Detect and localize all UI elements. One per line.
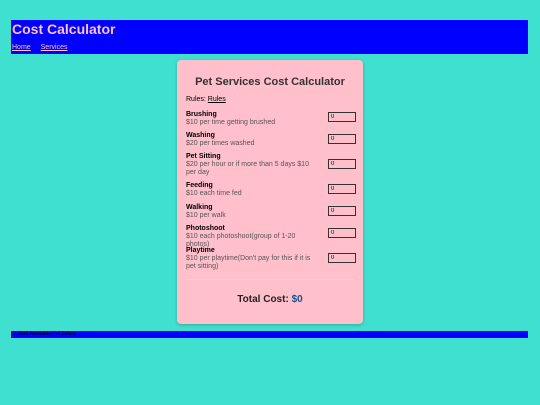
service-item-pet-sitting: Pet Sitting $20 per hour or if more than… <box>186 153 356 177</box>
header-bar: Cost Calculator Home Services <box>11 20 528 54</box>
site-title: Cost Calculator <box>12 21 116 37</box>
total-cost-value: $0 <box>291 294 303 305</box>
total-cost: Total Cost: $0 <box>177 294 363 305</box>
service-description: $20 per hour or if more than 5 days $10 … <box>186 161 309 176</box>
service-item-washing: Washing $20 per times washed <box>186 132 356 148</box>
total-cost-label: Total Cost: <box>237 294 289 305</box>
nav-home-link[interactable]: Home <box>12 44 31 51</box>
feeding-quantity-input[interactable] <box>328 184 356 194</box>
service-item-photoshoot: Photoshoot $10 each photoshoot(group of … <box>186 225 356 249</box>
nav-bar: Home Services <box>12 44 75 51</box>
photoshoot-quantity-input[interactable] <box>328 228 356 238</box>
pet-sitting-quantity-input[interactable] <box>328 159 356 169</box>
rules-label: Rules: <box>186 96 206 103</box>
service-description: $10 per time getting brushed <box>186 119 276 126</box>
walking-quantity-input[interactable] <box>328 206 356 216</box>
service-item-walking: Walking $10 per walk <box>186 204 356 220</box>
nav-services-link[interactable]: Services <box>41 44 68 51</box>
calculator-title: Pet Services Cost Calculator <box>195 76 345 88</box>
service-description: $10 per playtime(Don't pay for this if i… <box>186 255 311 270</box>
brushing-quantity-input[interactable] <box>328 112 356 122</box>
calculator-card: Pet Services Cost Calculator Rules: Rule… <box>177 60 363 324</box>
rules-line: Rules: Rules <box>186 96 226 103</box>
divider <box>186 279 354 280</box>
footer-bar: © 2025 Awesome Pet Sitters <box>11 331 528 338</box>
service-item-feeding: Feeding $10 each time fed <box>186 182 356 198</box>
service-description: $20 per times washed <box>186 140 255 147</box>
playtime-quantity-input[interactable] <box>328 253 356 263</box>
copyright-text: © 2025 Awesome Pet Sitters <box>12 331 76 337</box>
washing-quantity-input[interactable] <box>328 134 356 144</box>
service-item-brushing: Brushing $10 per time getting brushed <box>186 111 356 127</box>
rules-link[interactable]: Rules <box>208 96 226 103</box>
service-description: $10 each time fed <box>186 190 242 197</box>
service-item-playtime: Playtime $10 per playtime(Don't pay for … <box>186 247 356 271</box>
service-description: $10 per walk <box>186 212 226 219</box>
